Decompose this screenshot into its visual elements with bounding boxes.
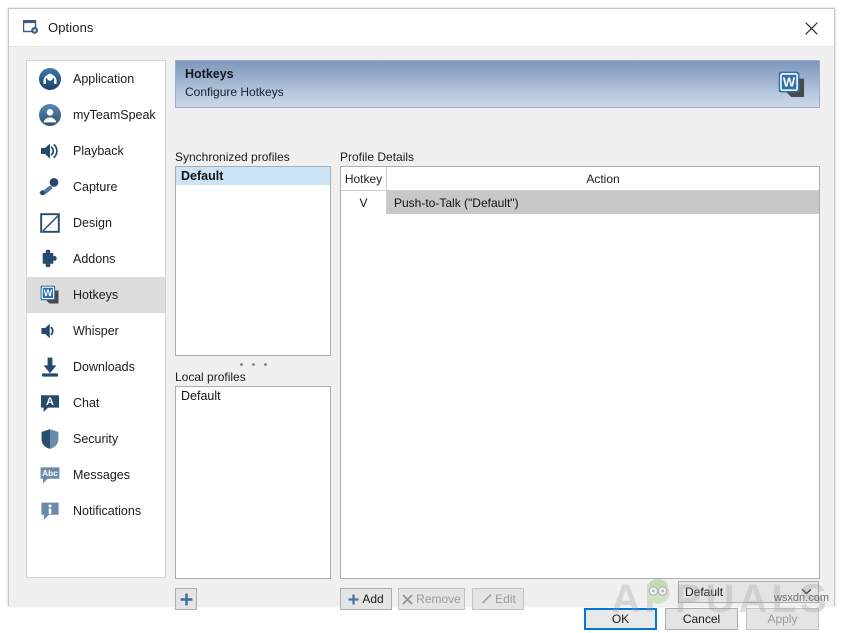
message-abc-icon: Abc	[37, 462, 63, 488]
sidebar-item-addons[interactable]: Addons	[27, 241, 165, 277]
user-account-icon	[37, 102, 63, 128]
sidebar-item-design[interactable]: Design	[27, 205, 165, 241]
cross-icon	[402, 594, 413, 605]
sidebar-item-myteamspeak[interactable]: myTeamSpeak	[27, 97, 165, 133]
table-row[interactable]: V Push-to-Talk ("Default")	[341, 191, 819, 214]
apply-button[interactable]: Apply	[746, 608, 819, 630]
whisper-speaker-icon	[37, 318, 63, 344]
splitter-dot	[252, 363, 255, 366]
svg-text:W: W	[783, 75, 796, 90]
plus-icon	[180, 593, 193, 606]
title-bar: Options	[9, 9, 834, 47]
profile-details-table: Hotkey Action V Push-to-Talk ("Default")	[340, 166, 820, 579]
sidebar-item-messages[interactable]: Abc Messages	[27, 457, 165, 493]
sidebar-item-label: Design	[73, 216, 112, 230]
column-header-action[interactable]: Action	[387, 167, 819, 190]
add-hotkey-label: Add	[362, 592, 383, 606]
cell-action: Push-to-Talk ("Default")	[387, 191, 819, 214]
cell-hotkey: V	[341, 191, 387, 214]
list-item[interactable]: Default	[176, 387, 330, 405]
chat-bubble-a-icon: A	[37, 390, 63, 416]
svg-text:A: A	[46, 396, 54, 408]
svg-text:W: W	[44, 288, 53, 298]
synchronized-profiles-label: Synchronized profiles	[175, 150, 290, 164]
profile-details-label: Profile Details	[340, 150, 414, 164]
list-item[interactable]: Default	[176, 167, 330, 185]
panel-splitter-handle[interactable]	[175, 359, 331, 369]
add-hotkey-button[interactable]: Add	[340, 588, 392, 610]
sidebar-item-label: Downloads	[73, 360, 135, 374]
application-headset-icon	[37, 66, 63, 92]
local-profiles-list[interactable]: Default	[175, 386, 331, 579]
sidebar-item-hotkeys[interactable]: W Hotkeys	[27, 277, 165, 313]
speaker-icon	[37, 138, 63, 164]
sidebar-item-notifications[interactable]: Notifications	[27, 493, 165, 529]
cancel-button[interactable]: Cancel	[665, 608, 738, 630]
sidebar-item-application[interactable]: Application	[27, 61, 165, 97]
synchronized-profiles-list[interactable]: Default	[175, 166, 331, 356]
sidebar-item-label: Messages	[73, 468, 130, 482]
sidebar-item-label: Notifications	[73, 504, 141, 518]
ok-button[interactable]: OK	[584, 608, 657, 630]
section-banner: Hotkeys Configure Hotkeys W	[175, 60, 820, 108]
sidebar-item-chat[interactable]: A Chat	[27, 385, 165, 421]
sidebar-item-label: Chat	[73, 396, 99, 410]
plus-icon	[348, 594, 359, 605]
info-bubble-icon	[37, 498, 63, 524]
sidebar-item-capture[interactable]: Capture	[27, 169, 165, 205]
edit-hotkey-label: Edit	[495, 592, 516, 606]
keyboard-key-w-icon: W	[37, 282, 63, 308]
download-arrow-icon	[37, 354, 63, 380]
ok-button-label: OK	[612, 612, 629, 626]
banner-subtitle: Configure Hotkeys	[185, 85, 284, 99]
add-local-profile-button[interactable]	[175, 588, 197, 610]
puzzle-piece-icon	[37, 246, 63, 272]
sidebar-item-security[interactable]: Security	[27, 421, 165, 457]
sidebar-item-label: Application	[73, 72, 134, 86]
settings-sidebar: Application myTeamSpeak	[26, 60, 166, 578]
local-profiles-label: Local profiles	[175, 370, 246, 384]
edit-hotkey-button[interactable]: Edit	[472, 588, 524, 610]
sidebar-item-playback[interactable]: Playback	[27, 133, 165, 169]
close-button[interactable]	[788, 9, 834, 47]
svg-text:Abc: Abc	[42, 468, 58, 478]
close-icon	[805, 22, 818, 35]
sidebar-item-label: Capture	[73, 180, 117, 194]
pencil-canvas-icon	[37, 210, 63, 236]
options-window: Options	[8, 8, 835, 606]
splitter-dot	[240, 363, 243, 366]
apply-button-label: Apply	[767, 612, 797, 626]
window-title: Options	[48, 20, 94, 35]
column-header-hotkey[interactable]: Hotkey	[341, 167, 387, 190]
sidebar-item-label: Addons	[73, 252, 115, 266]
keyboard-key-w-icon: W	[775, 68, 809, 102]
site-watermark: wsxdn.com	[774, 592, 829, 604]
microphone-icon	[37, 174, 63, 200]
cancel-button-label: Cancel	[683, 612, 720, 626]
pencil-icon	[480, 593, 492, 605]
sidebar-item-downloads[interactable]: Downloads	[27, 349, 165, 385]
sidebar-item-label: Playback	[73, 144, 124, 158]
shield-icon	[37, 426, 63, 452]
sidebar-item-label: Hotkeys	[73, 288, 118, 302]
sidebar-item-label: Security	[73, 432, 118, 446]
banner-title: Hotkeys	[185, 67, 234, 81]
sidebar-item-whisper[interactable]: Whisper	[27, 313, 165, 349]
remove-hotkey-label: Remove	[416, 592, 461, 606]
remove-hotkey-button[interactable]: Remove	[398, 588, 465, 610]
sidebar-item-label: myTeamSpeak	[73, 108, 156, 122]
splitter-dot	[264, 363, 267, 366]
window-gear-icon	[23, 20, 40, 35]
dialog-body: Application myTeamSpeak	[9, 47, 834, 607]
table-header-row: Hotkey Action	[341, 167, 819, 191]
sidebar-item-label: Whisper	[73, 324, 119, 338]
